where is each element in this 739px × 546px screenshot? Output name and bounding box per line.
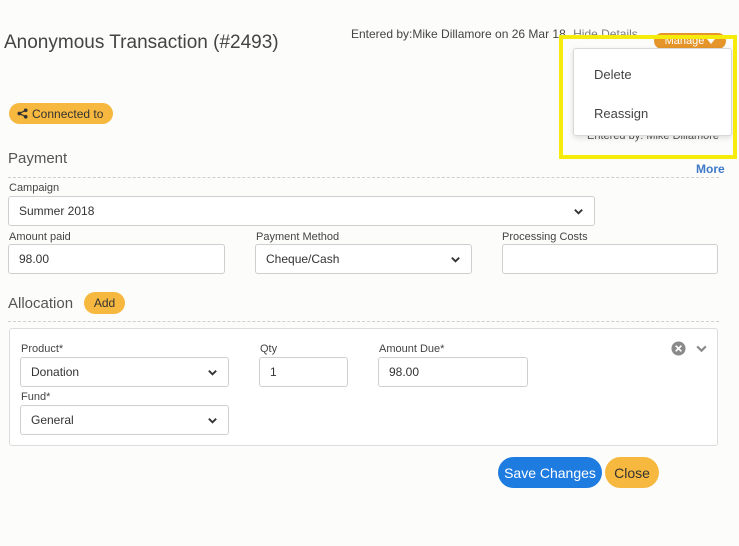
payment-method-label: Payment Method (256, 231, 340, 243)
processing-costs-label: Processing Costs (502, 231, 588, 243)
qty-label: Qty (260, 343, 278, 355)
qty-value: 1 (270, 365, 277, 379)
amount-due-value: 98.00 (389, 365, 420, 379)
amount-paid-label: Amount paid (9, 231, 71, 243)
campaign-select[interactable]: Summer 2018 (8, 196, 595, 226)
highlight-box (559, 35, 737, 159)
chevron-down-icon (208, 370, 217, 376)
close-button[interactable]: Close (605, 457, 659, 488)
product-label: Product* (21, 343, 64, 355)
share-icon (17, 108, 28, 119)
campaign-value: Summer 2018 (19, 204, 95, 218)
amount-paid-value: 98.00 (19, 252, 50, 266)
payment-divider (8, 177, 719, 178)
add-allocation-button[interactable]: Add (84, 292, 125, 314)
chevron-down-icon (574, 209, 583, 215)
payment-section-title: Payment (8, 150, 68, 167)
allocation-section-title: Allocation (8, 295, 74, 312)
remove-icon[interactable] (671, 341, 686, 356)
collapse-chevron-icon[interactable] (695, 342, 708, 355)
chevron-down-icon (451, 257, 460, 263)
amount-due-input[interactable]: 98.00 (378, 357, 528, 387)
product-value: Donation (31, 365, 80, 379)
payment-method-select[interactable]: Cheque/Cash (255, 244, 472, 274)
payment-method-value: Cheque/Cash (266, 252, 340, 266)
entered-by-text: Entered by:Mike Dillamore on 26 Mar 18 (351, 27, 566, 41)
fund-label: Fund* (21, 391, 51, 403)
amount-due-label: Amount Due* (379, 343, 445, 355)
amount-paid-input[interactable]: 98.00 (8, 244, 225, 274)
product-select[interactable]: Donation (20, 357, 229, 387)
campaign-label: Campaign (9, 182, 60, 194)
connected-to-button[interactable]: Connected to (9, 103, 114, 124)
allocation-divider (8, 321, 719, 322)
chevron-down-icon (208, 418, 217, 424)
save-changes-button[interactable]: Save Changes (498, 457, 602, 488)
qty-input[interactable]: 1 (259, 357, 348, 387)
connected-to-label: Connected to (32, 106, 104, 121)
fund-value: General (31, 413, 74, 427)
more-link[interactable]: More (696, 162, 725, 176)
processing-costs-input[interactable] (502, 244, 718, 274)
fund-select[interactable]: General (20, 405, 229, 435)
page-title: Anonymous Transaction (#2493) (4, 32, 279, 53)
add-label: Add (93, 296, 116, 310)
